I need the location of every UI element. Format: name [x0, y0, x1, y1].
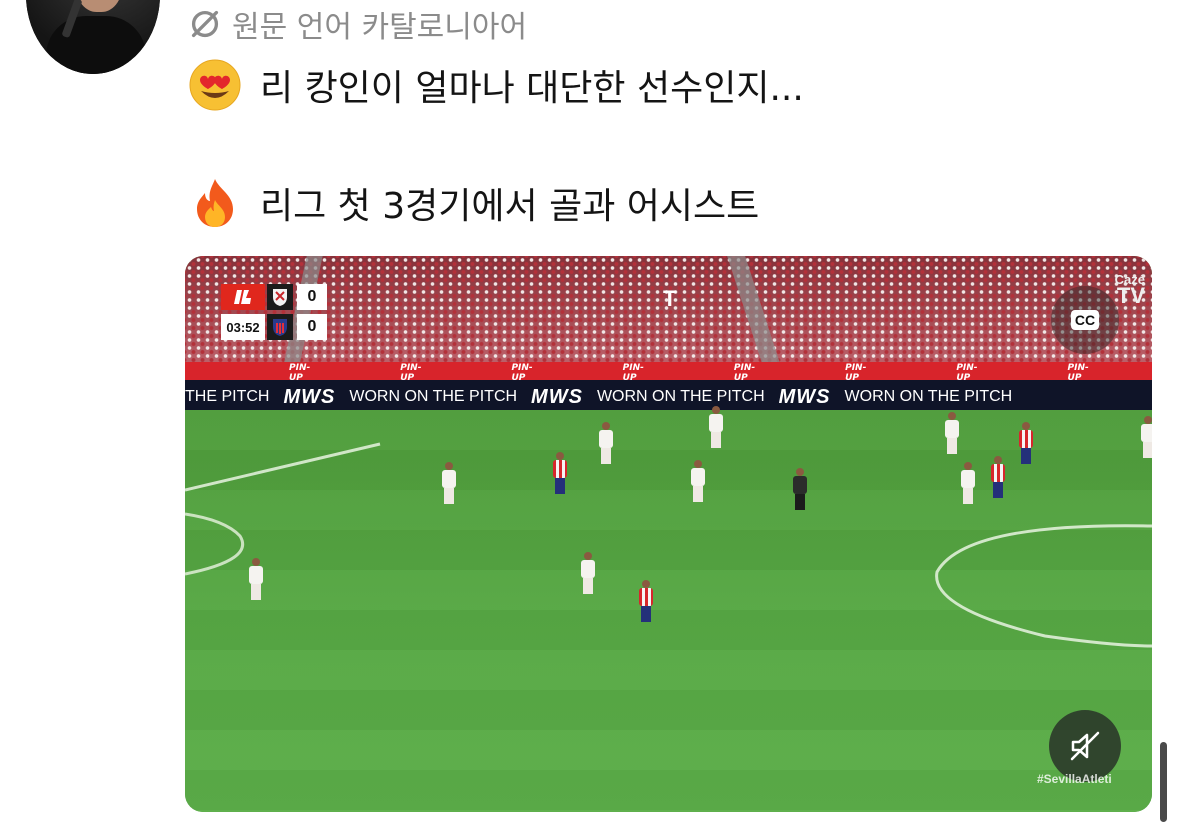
- player: [581, 552, 595, 596]
- player: [945, 412, 959, 456]
- laliga-logo-icon: [221, 284, 265, 310]
- player: [249, 558, 263, 602]
- ad-line-text: WORN ON THE PITCH: [844, 388, 1013, 405]
- football-pitch: [185, 410, 1152, 812]
- translate-icon: [191, 10, 219, 38]
- post-text-2: 리그 첫 3경기에서 골과 어시스트: [260, 186, 760, 227]
- ad-line-text: WORN ON THE PITCH: [596, 388, 765, 405]
- post-text-line-1: 리 캉인이 얼마나 대단한 선수인지...: [188, 58, 804, 112]
- avatar-shirt: [46, 16, 146, 74]
- home-score: 0: [297, 284, 327, 310]
- ad-line-text: MWS: [531, 385, 583, 408]
- scrollbar[interactable]: [1160, 742, 1167, 822]
- hashtag-watermark: #SevillaAtleti: [1037, 772, 1112, 786]
- ad-line-text: MWS: [283, 385, 336, 408]
- player: [1141, 416, 1152, 460]
- player: [599, 422, 613, 466]
- player: [991, 456, 1005, 500]
- ad-line-text: THE PITCH: [185, 388, 270, 405]
- atletico-crest-icon: [267, 314, 293, 340]
- ad-line-text: WORN ON THE PITCH: [349, 388, 518, 405]
- player: [961, 462, 975, 506]
- scoreboard: 03:52 0 0: [221, 284, 331, 342]
- speaker-muted-icon: [1070, 731, 1100, 761]
- player: [1019, 422, 1033, 466]
- fire-emoji-icon: [188, 176, 242, 230]
- translate-label: 원문 언어 카탈로니아어: [232, 10, 528, 45]
- player: [691, 460, 705, 504]
- sevilla-crest-icon: [267, 284, 293, 310]
- heart-eyes-emoji-icon: [188, 58, 242, 112]
- video-player[interactable]: PIN-UP PIN-UP PIN-UP PIN-UP PIN-UP PIN-U…: [185, 256, 1152, 812]
- captions-button[interactable]: CC: [1051, 286, 1119, 354]
- avatar[interactable]: [26, 0, 160, 74]
- post-text-line-2: 리그 첫 3경기에서 골과 어시스트: [188, 176, 759, 230]
- away-score: 0: [297, 314, 327, 340]
- ad-board-bottom: THE PITCH MWS WORN ON THE PITCH MWS WORN…: [185, 380, 1152, 414]
- captions-label: CC: [1070, 310, 1100, 330]
- referee: [793, 468, 807, 512]
- post-text-1: 리 캉인이 얼마나 대단한 선수인지...: [260, 68, 804, 109]
- pitch-markings: [185, 442, 1152, 648]
- ad-line-text: MWS: [778, 385, 831, 408]
- player-kang-in-lee: [639, 580, 653, 624]
- player: [442, 462, 456, 506]
- player: [553, 452, 567, 496]
- translate-row[interactable]: 원문 언어 카탈로니아어: [186, 4, 528, 45]
- player: [709, 406, 723, 450]
- match-clock: 03:52: [221, 314, 265, 340]
- broadcaster-watermark: T: [663, 286, 677, 311]
